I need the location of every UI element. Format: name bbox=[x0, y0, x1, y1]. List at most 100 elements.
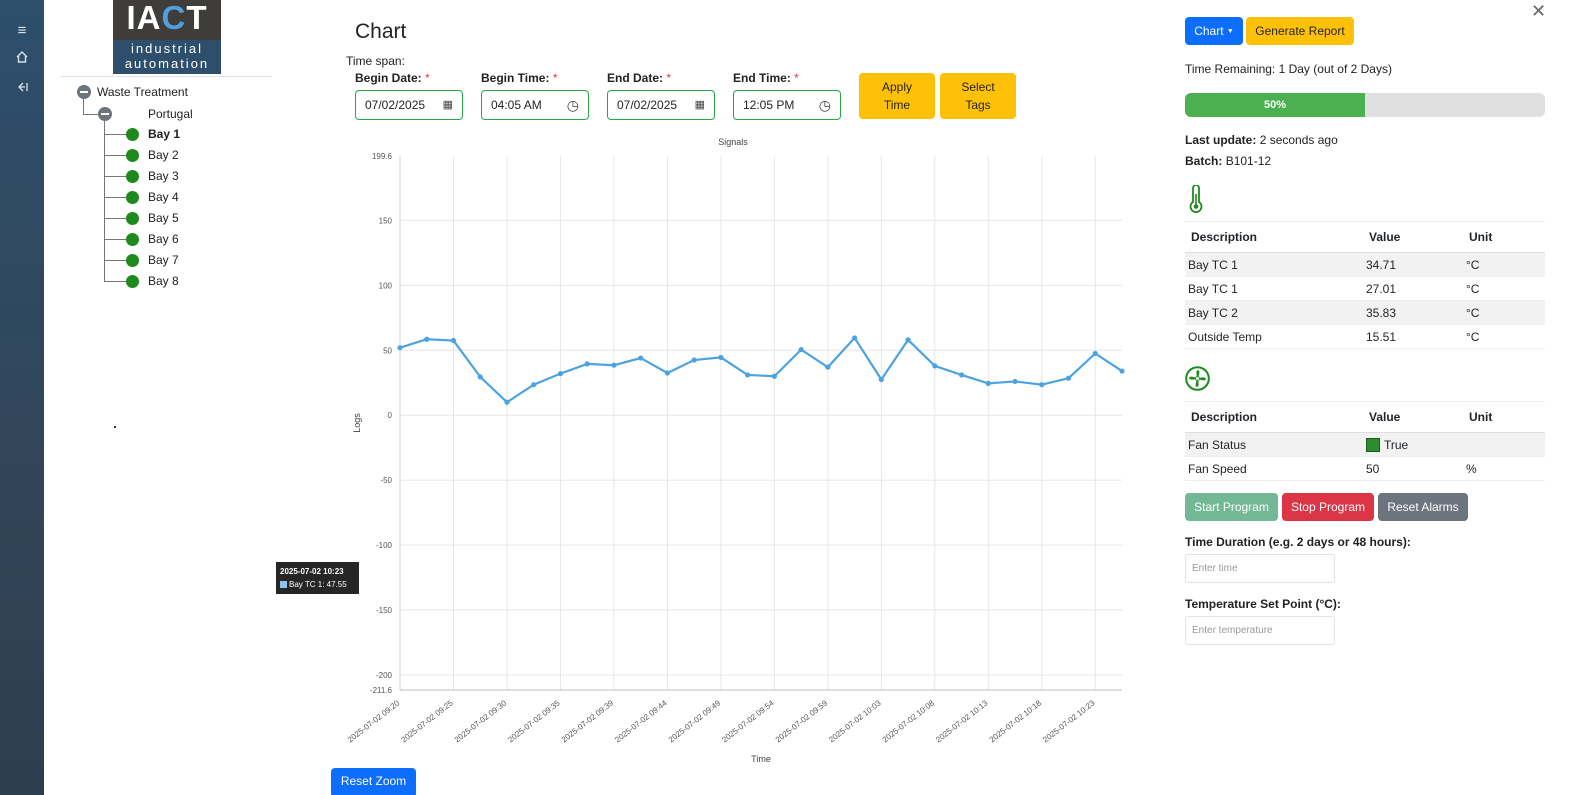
tree-item-bay[interactable]: Bay 6 bbox=[148, 232, 179, 246]
x-tick-label: 2025-07-02 09:35 bbox=[506, 698, 562, 744]
reset-alarms-button[interactable]: Reset Alarms bbox=[1378, 493, 1468, 521]
y-tick-label: 199.6 bbox=[372, 152, 393, 161]
data-point bbox=[557, 371, 564, 377]
home-icon[interactable] bbox=[0, 50, 44, 68]
end-time-label: End Time: * bbox=[733, 71, 799, 85]
begin-time-field[interactable]: 04:05 AM ◷ bbox=[481, 90, 589, 120]
table-row: Fan Status True bbox=[1185, 432, 1545, 457]
chart-dropdown-button[interactable]: Chart ▼ bbox=[1185, 17, 1243, 45]
end-time-field[interactable]: 12:05 PM ◷ bbox=[733, 90, 841, 120]
batch: Batch: B101-12 bbox=[1185, 154, 1272, 168]
data-point bbox=[878, 376, 884, 383]
cell: 15.51 bbox=[1363, 324, 1463, 349]
x-tick-label: 2025-07-02 09:44 bbox=[613, 698, 669, 744]
x-tick-label: 2025-07-02 10:08 bbox=[881, 698, 937, 744]
data-point bbox=[798, 347, 804, 353]
stop-program-button[interactable]: Stop Program bbox=[1282, 493, 1374, 521]
stray-dot bbox=[114, 426, 116, 428]
y-tick-label: -211.6 bbox=[370, 686, 393, 695]
x-tick-label: 2025-07-02 09:54 bbox=[720, 698, 776, 744]
data-point bbox=[1119, 368, 1125, 374]
select-tags-button[interactable]: Select Tags bbox=[940, 73, 1016, 119]
data-point bbox=[397, 345, 403, 351]
tree-item-bay[interactable]: Bay 7 bbox=[148, 253, 179, 267]
cell: % bbox=[1463, 456, 1545, 481]
start-program-button[interactable]: Start Program bbox=[1185, 493, 1278, 521]
calendar-icon[interactable]: ▦ bbox=[695, 91, 705, 119]
chart-title: Signals bbox=[718, 137, 748, 147]
bay-status-icon bbox=[126, 191, 139, 204]
collapse-root-icon[interactable] bbox=[77, 85, 91, 99]
begin-time-value: 04:05 AM bbox=[491, 98, 542, 112]
last-update: Last update: 2 seconds ago bbox=[1185, 133, 1338, 147]
cell: 27.01 bbox=[1363, 276, 1463, 301]
generate-report-button[interactable]: Generate Report bbox=[1246, 17, 1354, 45]
table-row: Bay TC 2 35.83 °C bbox=[1185, 300, 1545, 325]
bay-status-icon bbox=[126, 275, 139, 288]
clock-icon[interactable]: ◷ bbox=[819, 91, 831, 119]
cell: Bay TC 1 bbox=[1185, 276, 1363, 301]
x-tick-label: 2025-07-02 10:23 bbox=[1041, 698, 1097, 744]
divider bbox=[60, 76, 272, 77]
begin-date-field[interactable]: 07/02/2025 ▦ bbox=[355, 90, 463, 120]
data-point bbox=[771, 373, 777, 379]
chart-tooltip: 2025-07-02 10:23 Bay TC 1: 47.55 bbox=[276, 562, 359, 594]
table-row: Fan Speed 50% bbox=[1185, 456, 1545, 481]
bay-status-icon bbox=[126, 233, 139, 246]
apply-time-button[interactable]: Apply Time bbox=[859, 73, 935, 119]
x-tick-label: 2025-07-02 09:20 bbox=[346, 698, 402, 744]
tree-item-bay[interactable]: Bay 3 bbox=[148, 169, 179, 183]
x-tick-label: 2025-07-02 10:18 bbox=[988, 698, 1044, 744]
bay-status-icon bbox=[126, 170, 139, 183]
data-point bbox=[638, 355, 644, 361]
tree-item-bay[interactable]: Bay 8 bbox=[148, 274, 179, 288]
cell bbox=[1463, 432, 1545, 457]
cell: °C bbox=[1463, 252, 1545, 277]
data-point bbox=[1039, 382, 1045, 388]
sidebar-rail: ≡ bbox=[0, 0, 44, 795]
data-point bbox=[584, 361, 590, 367]
tooltip-title: 2025-07-02 10:23 bbox=[280, 567, 344, 576]
duration-input[interactable]: Enter time bbox=[1185, 554, 1335, 583]
table-row: Bay TC 1 34.71 °C bbox=[1185, 252, 1545, 277]
cell: °C bbox=[1463, 300, 1545, 325]
begin-date-value: 07/02/2025 bbox=[365, 98, 426, 112]
end-date-field[interactable]: 07/02/2025 ▦ bbox=[607, 90, 715, 120]
setpoint-input[interactable]: Enter temperature bbox=[1185, 616, 1335, 645]
calendar-icon[interactable]: ▦ bbox=[443, 91, 453, 119]
tree-item-bay[interactable]: Bay 5 bbox=[148, 211, 179, 225]
collapse-site-icon[interactable] bbox=[98, 107, 112, 121]
cell: °C bbox=[1463, 276, 1545, 301]
cell: Fan Speed bbox=[1185, 456, 1363, 481]
reset-zoom-button[interactable]: Reset Zoom bbox=[331, 768, 416, 795]
clock-icon[interactable]: ◷ bbox=[567, 91, 579, 119]
signals-chart[interactable]: 199.6 150 100 50 0 -50 -100 -150 -200 -211.6 2025-… bbox=[330, 130, 1130, 780]
data-point bbox=[985, 380, 991, 386]
tree-item-bay[interactable]: Bay 4 bbox=[148, 190, 179, 204]
x-tick-label: 2025-07-02 10:13 bbox=[934, 698, 990, 744]
x-tick-label: 2025-07-02 09:25 bbox=[399, 698, 455, 744]
tree-root-label[interactable]: Waste Treatment bbox=[97, 85, 188, 99]
cell: 50 bbox=[1363, 456, 1463, 481]
cell: Bay TC 1 bbox=[1185, 252, 1363, 277]
collapse-icon[interactable] bbox=[0, 80, 44, 98]
close-icon[interactable]: ✕ bbox=[1531, 1, 1546, 22]
menu-icon[interactable]: ≡ bbox=[0, 22, 44, 39]
cell: Fan Status bbox=[1185, 432, 1363, 457]
temperature-table: Description Value Unit Bay TC 1 34.71 °C B… bbox=[1185, 221, 1545, 349]
column-header: Value bbox=[1363, 221, 1463, 253]
data-point bbox=[504, 399, 510, 405]
column-header: Unit bbox=[1463, 401, 1545, 433]
y-tick-label: -150 bbox=[376, 606, 393, 615]
thermometer-icon bbox=[1188, 184, 1204, 218]
fan-icon bbox=[1185, 366, 1210, 396]
time-span-label: Time span: bbox=[346, 54, 405, 68]
data-point bbox=[450, 337, 457, 344]
tree-item-bay[interactable]: Bay 2 bbox=[148, 148, 179, 162]
tree-site-label[interactable]: Portugal bbox=[148, 107, 193, 121]
data-point bbox=[691, 357, 697, 363]
data-point bbox=[477, 374, 483, 380]
data-point bbox=[611, 362, 617, 368]
x-tick-label: 2025-07-02 09:59 bbox=[774, 698, 830, 744]
tree-item-bay[interactable]: Bay 1 bbox=[148, 127, 180, 141]
